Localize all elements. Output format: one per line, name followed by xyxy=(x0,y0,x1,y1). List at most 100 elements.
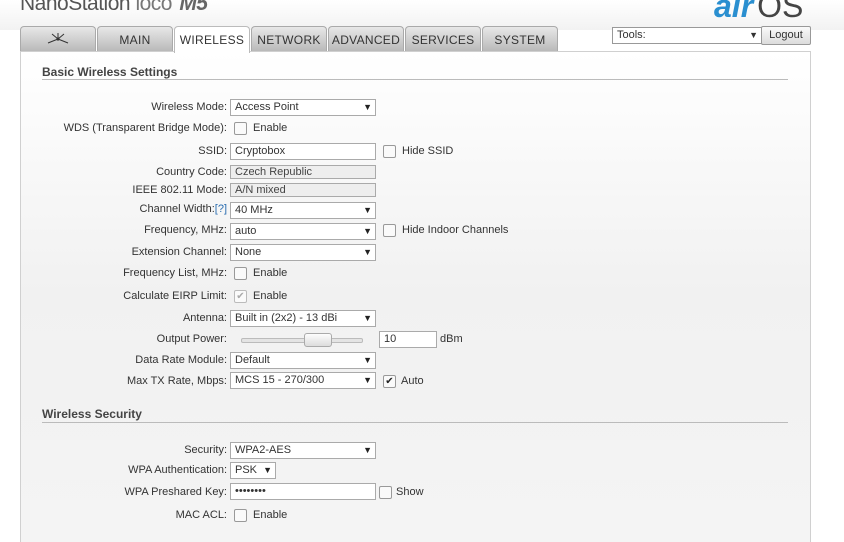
max-tx-value: MCS 15 - 270/300 xyxy=(235,374,325,386)
wds-enable-label: Enable xyxy=(253,122,288,134)
section-divider xyxy=(42,79,788,80)
product-model: M5 xyxy=(179,0,208,15)
show-key-checkbox[interactable] xyxy=(379,486,392,499)
wireless-mode-select[interactable]: Access Point ▼ xyxy=(230,99,376,116)
output-power-slider-track[interactable] xyxy=(241,338,363,343)
antenna-label: Antenna: xyxy=(182,312,227,324)
max-tx-auto-label: Auto xyxy=(401,375,424,387)
max-tx-select[interactable]: MCS 15 - 270/300 ▼ xyxy=(230,372,376,389)
dropdown-arrow-icon: ▼ xyxy=(263,465,272,475)
ieee-mode-value: A/N mixed xyxy=(235,184,286,196)
frequency-list-label: Frequency List, MHz: xyxy=(123,267,227,279)
wds-checkbox[interactable] xyxy=(234,122,247,135)
tools-select[interactable]: Tools: ▼ xyxy=(612,27,762,44)
frequency-label: Frequency, MHz: xyxy=(144,224,227,236)
ieee-mode-field: A/N mixed xyxy=(230,183,376,197)
output-power-input[interactable]: 10 xyxy=(379,331,437,348)
frequency-select[interactable]: auto ▼ xyxy=(230,223,376,240)
product-name: NanoStation xyxy=(20,0,131,15)
country-code-value: Czech Republic xyxy=(235,166,313,178)
hide-ssid-label: Hide SSID xyxy=(402,145,454,157)
channel-width-select[interactable]: 40 MHz ▼ xyxy=(230,202,376,219)
dropdown-arrow-icon: ▼ xyxy=(363,247,372,257)
brand-left: air xyxy=(714,0,754,24)
wpa-auth-label: WPA Authentication: xyxy=(128,464,227,476)
dropdown-arrow-icon: ▼ xyxy=(749,30,758,40)
data-rate-label: Data Rate Module: xyxy=(135,354,227,366)
product-logo: NanoStation loco M5 xyxy=(20,0,208,18)
wireless-security-title: Wireless Security xyxy=(42,407,142,421)
security-value: WPA2-AES xyxy=(235,444,292,456)
mac-acl-checkbox[interactable] xyxy=(234,509,247,522)
checkmark-icon: ✔ xyxy=(385,376,394,387)
frequency-list-checkbox[interactable] xyxy=(234,267,247,280)
output-power-slider-handle[interactable] xyxy=(303,333,332,347)
frequency-list-enable-label: Enable xyxy=(253,267,288,279)
logout-button[interactable]: Logout xyxy=(761,26,811,45)
extension-channel-select[interactable]: None ▼ xyxy=(230,244,376,261)
mac-acl-enable-label: Enable xyxy=(253,509,288,521)
extension-channel-value: None xyxy=(235,246,262,258)
ubiquiti-logo-icon xyxy=(46,28,70,54)
antenna-value: Built in (2x2) - 13 dBi xyxy=(235,312,338,324)
brand-right: OS xyxy=(757,0,804,24)
security-label: Security: xyxy=(184,444,227,456)
wpa-auth-select[interactable]: PSK ▼ xyxy=(230,462,276,479)
dropdown-arrow-icon: ▼ xyxy=(363,445,372,455)
wpa-key-value: •••••••• xyxy=(235,485,266,497)
max-tx-label: Max TX Rate, Mbps: xyxy=(126,375,227,387)
tab-advanced[interactable]: ADVANCED xyxy=(328,26,404,51)
checkmark-icon: ✔ xyxy=(236,291,245,302)
dropdown-arrow-icon: ▼ xyxy=(363,355,372,365)
channel-width-value: 40 MHz xyxy=(235,204,273,216)
tab-system[interactable]: SYSTEM xyxy=(482,26,558,51)
tab-logo[interactable] xyxy=(20,26,96,51)
wireless-settings-panel: Basic Wireless Settings Wireless Mode: A… xyxy=(20,51,811,542)
data-rate-select[interactable]: Default ▼ xyxy=(230,352,376,369)
dropdown-arrow-icon: ▼ xyxy=(363,375,372,385)
section-divider xyxy=(42,422,788,423)
data-rate-value: Default xyxy=(235,354,270,366)
hide-indoor-label: Hide Indoor Channels xyxy=(402,224,509,236)
output-power-label: Output Power: xyxy=(156,333,227,345)
frequency-value: auto xyxy=(235,225,257,237)
wireless-mode-value: Access Point xyxy=(235,101,299,113)
output-power-unit: dBm xyxy=(440,333,463,345)
show-key-label: Show xyxy=(396,486,424,498)
tab-services[interactable]: SERVICES xyxy=(405,26,481,51)
security-select[interactable]: WPA2-AES ▼ xyxy=(230,442,376,459)
product-suffix: loco xyxy=(135,0,172,15)
airos-logo: air OS xyxy=(714,0,803,25)
country-code-label: Country Code: xyxy=(156,166,227,178)
eirp-checkbox[interactable]: ✔ xyxy=(234,290,247,303)
dropdown-arrow-icon: ▼ xyxy=(363,102,372,112)
country-code-field: Czech Republic xyxy=(230,165,376,179)
hide-indoor-checkbox[interactable] xyxy=(383,224,396,237)
tab-wireless[interactable]: WIRELESS xyxy=(174,26,250,53)
mac-acl-label: MAC ACL: xyxy=(175,509,227,521)
channel-width-help-link[interactable]: [?] xyxy=(215,203,227,215)
eirp-enable-label: Enable xyxy=(253,290,288,302)
max-tx-auto-checkbox[interactable]: ✔ xyxy=(383,375,396,388)
wpa-auth-value: PSK xyxy=(235,464,258,476)
tab-main[interactable]: MAIN xyxy=(97,26,173,51)
tools-select-value: Tools: xyxy=(617,29,646,41)
ieee-mode-label: IEEE 802.11 Mode: xyxy=(132,184,227,196)
wpa-key-input[interactable]: •••••••• xyxy=(230,483,376,500)
wireless-mode-label: Wireless Mode: xyxy=(151,101,227,113)
channel-width-label: Channel Width:[?] xyxy=(140,203,227,215)
output-power-value: 10 xyxy=(384,333,397,345)
basic-wireless-title: Basic Wireless Settings xyxy=(42,65,178,79)
tab-network[interactable]: NETWORK xyxy=(251,26,327,51)
ssid-value: Cryptobox xyxy=(235,145,286,157)
dropdown-arrow-icon: ▼ xyxy=(363,205,372,215)
hide-ssid-checkbox[interactable] xyxy=(383,145,396,158)
ssid-input[interactable]: Cryptobox xyxy=(230,143,376,160)
eirp-label: Calculate EIRP Limit: xyxy=(123,290,227,302)
wpa-key-label: WPA Preshared Key: xyxy=(124,486,227,498)
extension-channel-label: Extension Channel: xyxy=(131,246,227,258)
antenna-select[interactable]: Built in (2x2) - 13 dBi ▼ xyxy=(230,310,376,327)
wds-label: WDS (Transparent Bridge Mode): xyxy=(63,122,227,134)
dropdown-arrow-icon: ▼ xyxy=(363,313,372,323)
channel-width-label-text: Channel Width: xyxy=(139,203,215,215)
